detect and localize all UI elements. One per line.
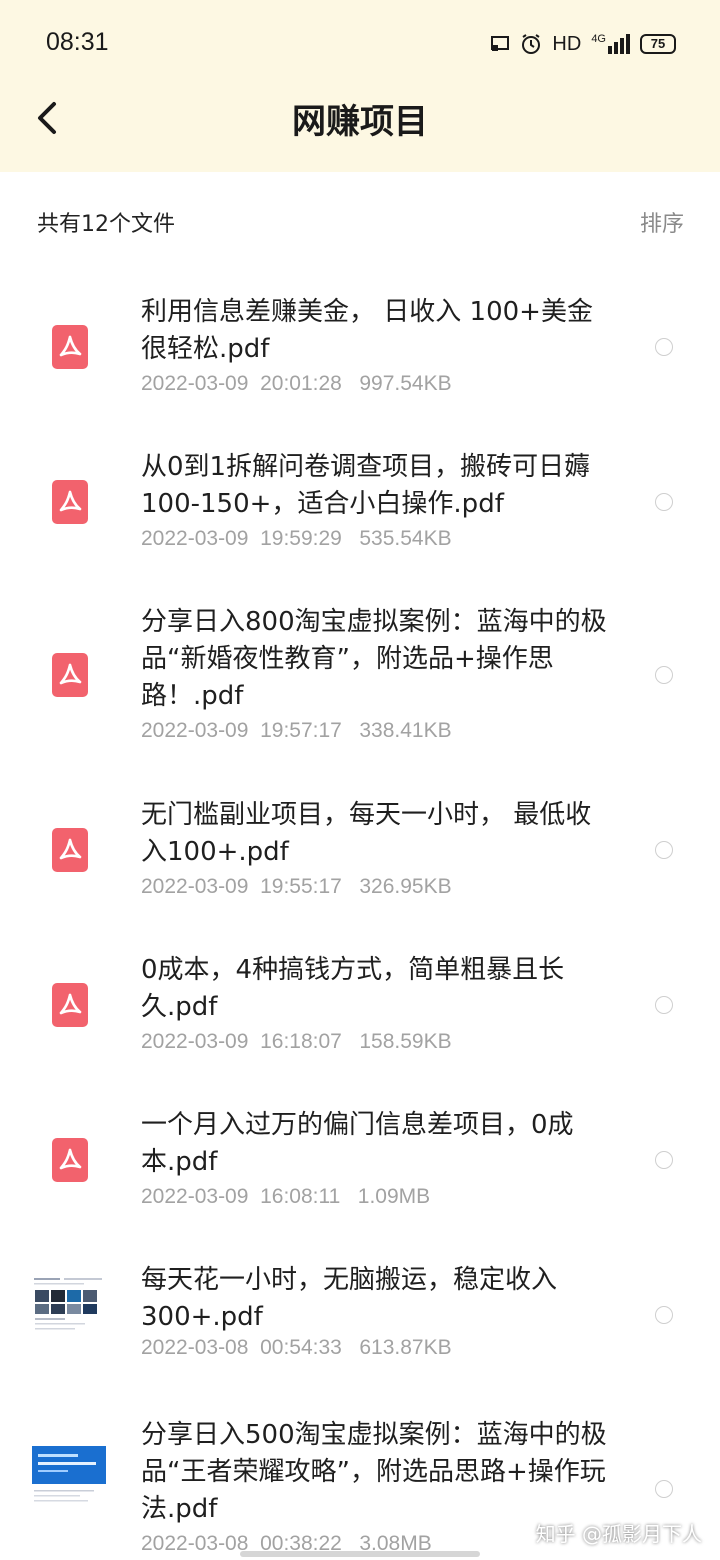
file-item[interactable]: 0成本，4种搞钱方式，简单粗暴且长久.pdf 2022-03-09 16:18:… xyxy=(0,926,720,1081)
cast-icon xyxy=(491,36,510,51)
file-meta: 2022-03-08 00:54:33 613.87KB xyxy=(141,1336,452,1359)
file-item[interactable]: 一个月入过万的偏门信息差项目，0成本.pdf 2022-03-09 16:08:… xyxy=(0,1081,720,1236)
file-name: 从0到1拆解问卷调查项目，搬砖可日薅100-150+，适合小白操作.pdf xyxy=(141,452,591,519)
pdf-icon xyxy=(52,983,88,1027)
file-name: 无门槛副业项目，每天一小时， 最低收入100+.pdf xyxy=(141,800,592,867)
file-meta: 2022-03-09 19:57:17 338.41KB xyxy=(141,719,452,742)
pdf-icon xyxy=(52,480,88,524)
select-radio[interactable] xyxy=(655,1151,673,1169)
file-meta: 2022-03-09 19:59:29 535.54KB xyxy=(141,527,452,550)
select-radio[interactable] xyxy=(655,841,673,859)
select-radio[interactable] xyxy=(655,666,673,684)
file-meta: 2022-03-09 19:55:17 326.95KB xyxy=(141,875,452,898)
status-icons: HD 4G 75 xyxy=(490,30,676,58)
file-count: 共有12个文件 xyxy=(37,212,175,237)
document-thumbnail-blue xyxy=(32,1446,106,1510)
pdf-icon xyxy=(52,653,88,697)
document-thumbnail xyxy=(32,1274,106,1338)
select-radio[interactable] xyxy=(655,1480,673,1498)
network-label: HD xyxy=(552,32,582,55)
file-item[interactable]: 从0到1拆解问卷调查项目，搬砖可日薅100-150+，适合小白操作.pdf 20… xyxy=(0,423,720,578)
select-radio[interactable] xyxy=(655,493,673,511)
file-item[interactable]: 利用信息差赚美金， 日收入 100+美金很轻松.pdf 2022-03-09 2… xyxy=(0,268,720,423)
select-radio[interactable] xyxy=(655,338,673,356)
page-title: 网赚项目 xyxy=(292,102,428,142)
pdf-icon xyxy=(52,1138,88,1182)
home-indicator[interactable] xyxy=(240,1551,480,1557)
battery-icon: 75 xyxy=(640,34,676,54)
pdf-icon xyxy=(52,325,88,369)
watermark: 知乎 @孤影月下人 xyxy=(535,1522,702,1546)
alarm-icon xyxy=(522,34,541,54)
file-name: 分享日入800淘宝虚拟案例：蓝海中的极品“新婚夜性教育”，附选品+操作思路！.p… xyxy=(141,607,607,711)
sort-button[interactable]: 排序 xyxy=(640,206,684,238)
header-bar: 08:31 HD 4G 75 网赚项目 xyxy=(0,0,720,172)
select-radio[interactable] xyxy=(655,996,673,1014)
signal-icon: 4G xyxy=(591,34,630,54)
file-name: 利用信息差赚美金， 日收入 100+美金很轻松.pdf xyxy=(141,297,593,364)
file-meta: 2022-03-09 16:18:07 158.59KB xyxy=(141,1030,452,1053)
file-item[interactable]: 无门槛副业项目，每天一小时， 最低收入100+.pdf 2022-03-09 1… xyxy=(0,771,720,926)
file-name: 分享日入500淘宝虚拟案例：蓝海中的极品“王者荣耀攻略”，附选品思路+操作玩法.… xyxy=(141,1420,607,1524)
file-name: 0成本，4种搞钱方式，简单粗暴且长久.pdf xyxy=(141,955,565,1022)
status-time: 08:31 xyxy=(46,28,109,56)
file-item[interactable]: 每天花一小时，无脑搬运，稳定收入300+.pdf 2022-03-08 00:5… xyxy=(0,1236,720,1391)
file-name: 一个月入过万的偏门信息差项目，0成本.pdf xyxy=(141,1110,574,1177)
file-name: 每天花一小时，无脑搬运，稳定收入300+.pdf xyxy=(141,1265,558,1332)
file-meta: 2022-03-09 20:01:28 997.54KB xyxy=(141,372,452,395)
file-meta: 2022-03-09 16:08:11 1.09MB xyxy=(141,1185,431,1208)
select-radio[interactable] xyxy=(655,1306,673,1324)
pdf-icon xyxy=(52,828,88,872)
file-item[interactable]: 分享日入800淘宝虚拟案例：蓝海中的极品“新婚夜性教育”，附选品+操作思路！.p… xyxy=(0,578,720,771)
